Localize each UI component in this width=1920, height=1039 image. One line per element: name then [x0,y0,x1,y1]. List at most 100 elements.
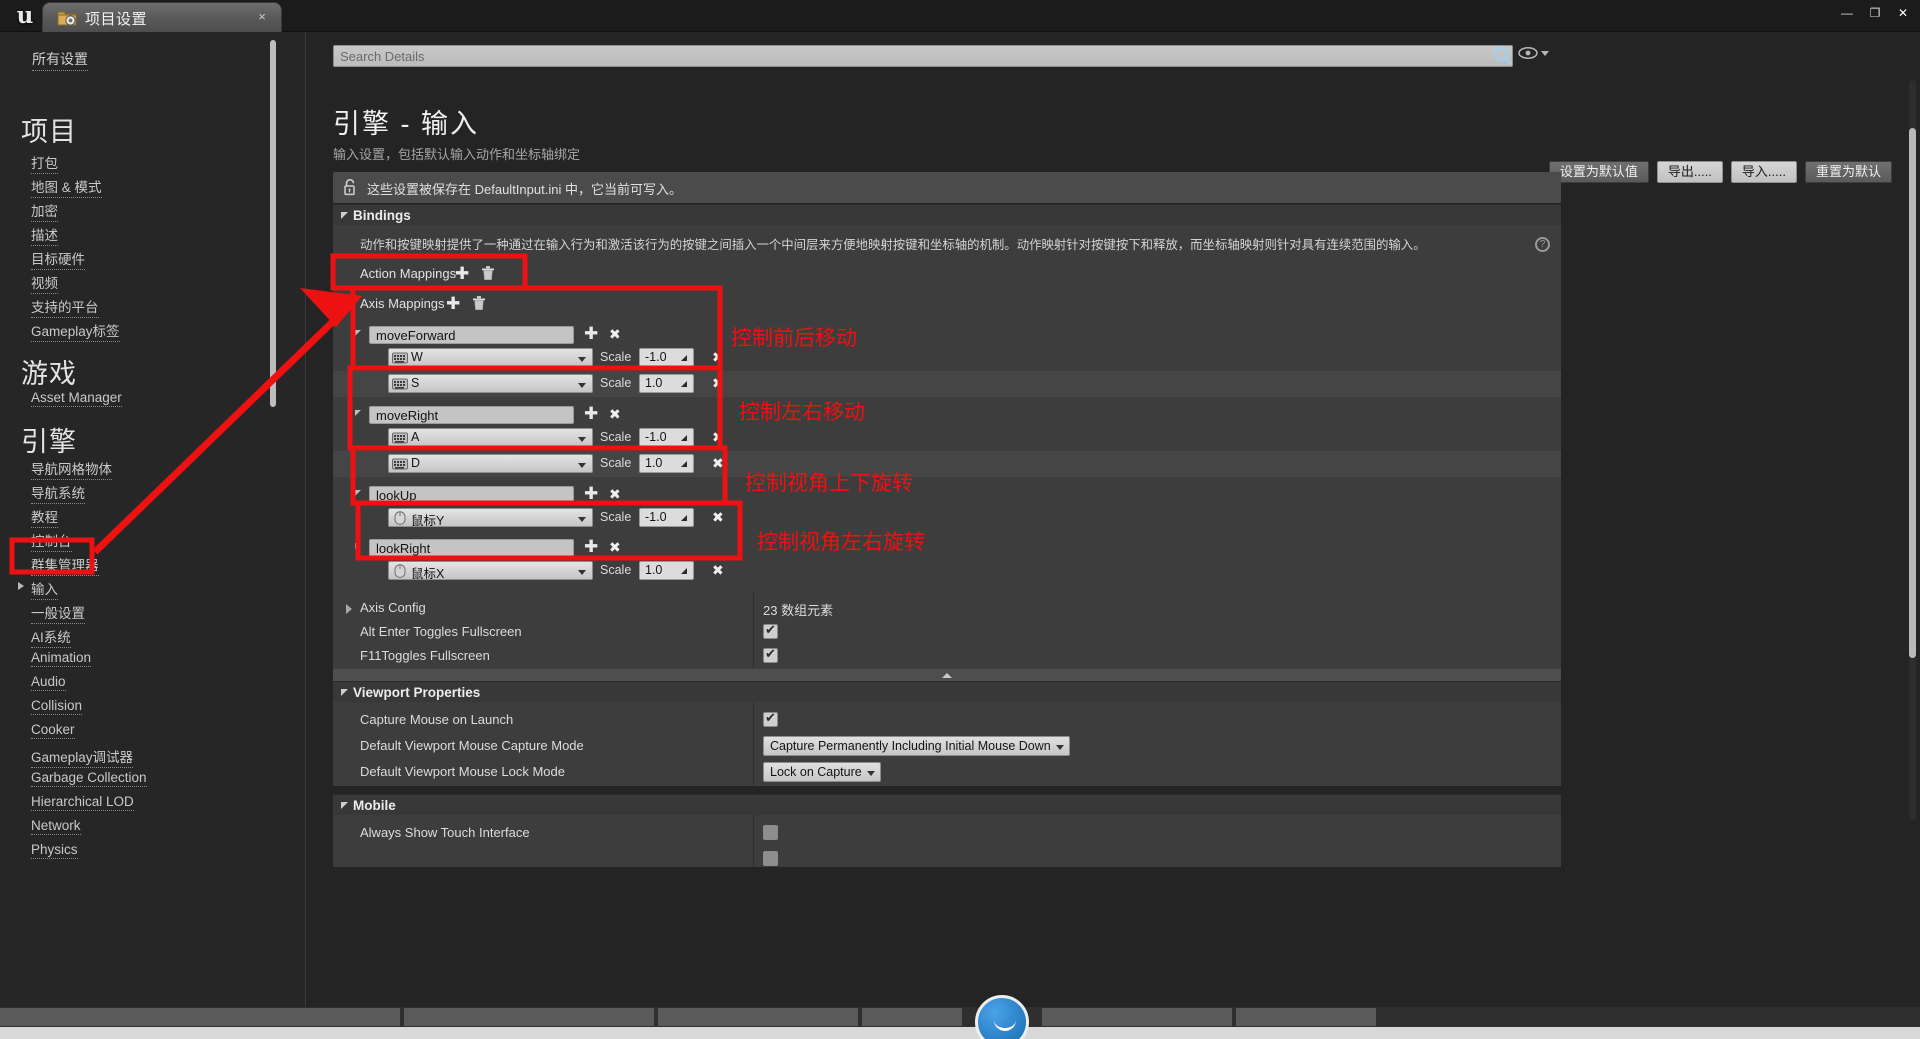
sidebar-item-target-hardware[interactable]: 目标硬件 [31,248,85,270]
help-icon[interactable]: ? [1535,237,1550,252]
tab-close-icon[interactable]: × [255,10,269,24]
group-expand-icon[interactable] [355,490,361,496]
key-select[interactable]: D [388,454,593,473]
sidebar-item-video[interactable]: 视频 [31,272,58,294]
eye-icon[interactable] [1518,46,1538,64]
drag-handle-icon[interactable] [677,565,689,577]
remove-key-icon[interactable]: ✖ [712,562,724,579]
taskbar-item[interactable] [658,1008,858,1026]
section-header-bindings[interactable]: Bindings [333,204,1561,225]
sidebar-item-input[interactable]: 输入 [31,578,58,600]
sidebar-item-description[interactable]: 描述 [31,224,58,246]
section-header-viewport-properties[interactable]: Viewport Properties [333,681,1561,702]
axis-name-input[interactable]: lookRight [369,539,574,557]
key-select[interactable]: 鼠标X [388,561,593,581]
section-header-mobile[interactable]: Mobile [333,794,1561,815]
reset-to-default-button[interactable]: 重置为默认 [1804,161,1892,183]
remove-key-icon[interactable]: ✖ [712,349,724,366]
add-key-icon[interactable]: ✚ [584,325,598,342]
sidebar-item-hierarchical-lod[interactable]: Hierarchical LOD [31,794,134,811]
delete-axis-mappings-icon[interactable] [472,295,486,316]
export-button[interactable]: 导出..... [1656,161,1723,183]
scale-stepper[interactable]: -1.0 [639,348,694,367]
sidebar-item-network[interactable]: Network [31,818,81,835]
tab-project-settings[interactable]: 项目设置 × [42,2,282,32]
minimize-button[interactable]: — [1834,2,1860,24]
drag-handle-icon[interactable] [677,432,689,444]
sidebar-item-general-settings[interactable]: 一般设置 [31,602,85,624]
remove-key-icon[interactable]: ✖ [712,429,724,446]
remove-axis-icon[interactable]: ✖ [609,406,621,423]
sidebar-item-audio[interactable]: Audio [31,674,66,691]
section-collapse-handle[interactable] [333,669,1561,681]
remove-key-icon[interactable]: ✖ [712,509,724,526]
key-select[interactable]: W [388,348,593,367]
details-scrollbar-thumb[interactable] [1909,128,1916,658]
taskbar-item[interactable] [1236,1008,1376,1026]
mouse-capture-mode-select[interactable]: Capture Permanently Including Initial Mo… [763,736,1070,756]
key-select[interactable]: S [388,374,593,393]
remove-axis-icon[interactable]: ✖ [609,539,621,556]
property-checkbox[interactable] [763,622,778,639]
key-select[interactable]: 鼠标Y [388,508,593,528]
property-checkbox[interactable] [763,851,778,866]
sidebar-item-collision[interactable]: Collision [31,698,83,715]
expand-triangle-icon[interactable] [346,604,352,614]
axis-name-input[interactable]: moveForward [369,326,574,344]
scale-stepper[interactable]: 1.0 [639,454,694,473]
sidebar-item-cooker[interactable]: Cooker [31,722,75,739]
property-checkbox[interactable] [763,710,778,727]
scale-stepper[interactable]: -1.0 [639,428,694,447]
add-action-mapping-icon[interactable]: ✚ [455,265,469,282]
drag-handle-icon[interactable] [677,378,689,390]
remove-axis-icon[interactable]: ✖ [609,326,621,343]
remove-key-icon[interactable]: ✖ [712,455,724,472]
taskbar-item[interactable] [404,1008,654,1026]
sidebar-item-console[interactable]: 控制台 [31,530,72,552]
chevron-down-icon[interactable] [1541,51,1549,56]
import-button[interactable]: 导入..... [1730,161,1797,183]
sidebar-item-navmesh[interactable]: 导航网格物体 [31,458,112,480]
sidebar-item-packaging[interactable]: 打包 [31,152,58,174]
sidebar-item-all-settings[interactable]: 所有设置 [32,49,88,71]
property-checkbox[interactable] [763,646,778,663]
sidebar-item-gameplay-tags[interactable]: Gameplay标签 [31,320,120,342]
sidebar-item-cluster-manager[interactable]: 群集管理器 [31,554,99,576]
add-axis-mapping-icon[interactable]: ✚ [446,295,460,312]
expand-arrow-icon[interactable] [18,582,24,590]
taskbar-item[interactable] [1042,1008,1232,1026]
close-button[interactable]: ✕ [1890,2,1916,24]
scale-stepper[interactable]: 1.0 [639,561,694,580]
sidebar-item-supported-platforms[interactable]: 支持的平台 [31,296,99,318]
group-expand-icon[interactable] [355,410,361,416]
drag-handle-icon[interactable] [677,458,689,470]
search-icon[interactable] [1492,45,1514,67]
sidebar-item-tutorials[interactable]: 教程 [31,506,58,528]
remove-key-icon[interactable]: ✖ [712,375,724,392]
axis-mappings-expand-icon[interactable] [347,299,353,305]
sidebar-item-encryption[interactable]: 加密 [31,200,58,222]
group-expand-icon[interactable] [355,330,361,336]
search-input[interactable]: Search Details [333,45,1513,67]
drag-handle-icon[interactable] [677,512,689,524]
scale-stepper[interactable]: 1.0 [639,374,694,393]
add-key-icon[interactable]: ✚ [584,485,598,502]
group-expand-icon[interactable] [355,543,361,549]
sidebar-item-navigation-system[interactable]: 导航系统 [31,482,85,504]
mouse-lock-mode-select[interactable]: Lock on Capture [763,762,881,782]
sidebar-item-garbage-collection[interactable]: Garbage Collection [31,770,147,787]
taskbar-item[interactable] [862,1008,962,1026]
add-key-icon[interactable]: ✚ [584,405,598,422]
axis-name-input[interactable]: moveRight [369,406,574,424]
sidebar-item-ai-system[interactable]: AI系统 [31,626,71,648]
set-as-default-button[interactable]: 设置为默认值 [1548,161,1649,183]
sidebar-scrollbar[interactable] [270,40,276,407]
add-key-icon[interactable]: ✚ [584,538,598,555]
maximize-button[interactable]: ❐ [1862,2,1888,24]
property-checkbox[interactable] [763,825,778,840]
sidebar-item-physics[interactable]: Physics [31,842,78,859]
sidebar-item-maps-modes[interactable]: 地图 & 模式 [31,176,102,198]
sidebar-item-animation[interactable]: Animation [31,650,92,667]
sidebar-item-gameplay-debugger[interactable]: Gameplay调试器 [31,746,134,768]
axis-name-input[interactable]: lookUp [369,486,574,504]
